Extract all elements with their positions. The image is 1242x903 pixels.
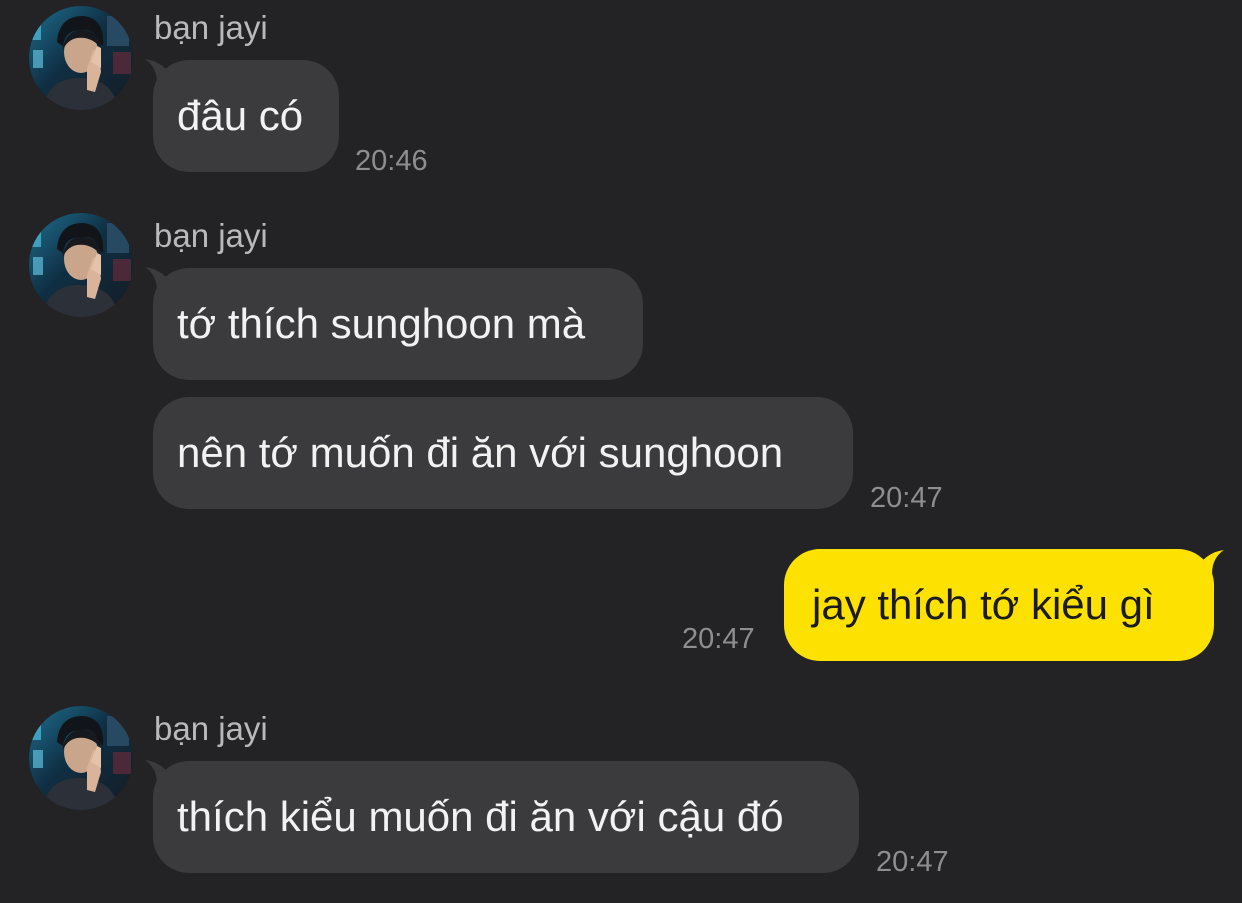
- contact-avatar[interactable]: [29, 706, 133, 810]
- message-timestamp: 20:47: [876, 846, 949, 878]
- message-bubble[interactable]: thích kiểu muốn đi ăn với cậu đó: [153, 761, 859, 873]
- message-timestamp: 20:46: [355, 145, 428, 177]
- sender-name: bạn jayi: [154, 710, 268, 747]
- message-bubble[interactable]: đâu có: [153, 60, 339, 172]
- message-bubble[interactable]: nên tớ muốn đi ăn với sunghoon: [153, 397, 853, 509]
- message-bubble[interactable]: tớ thích sunghoon mà: [153, 268, 643, 380]
- bubble-tail: [1198, 550, 1224, 574]
- outgoing-message-bubble[interactable]: jay thích tớ kiểu gì: [784, 549, 1214, 661]
- message-timestamp: 20:47: [870, 482, 943, 514]
- contact-avatar[interactable]: [29, 6, 133, 110]
- sender-name: bạn jayi: [154, 9, 268, 46]
- sender-name: bạn jayi: [154, 217, 268, 254]
- contact-avatar[interactable]: [29, 213, 133, 317]
- message-timestamp: 20:47: [682, 623, 755, 655]
